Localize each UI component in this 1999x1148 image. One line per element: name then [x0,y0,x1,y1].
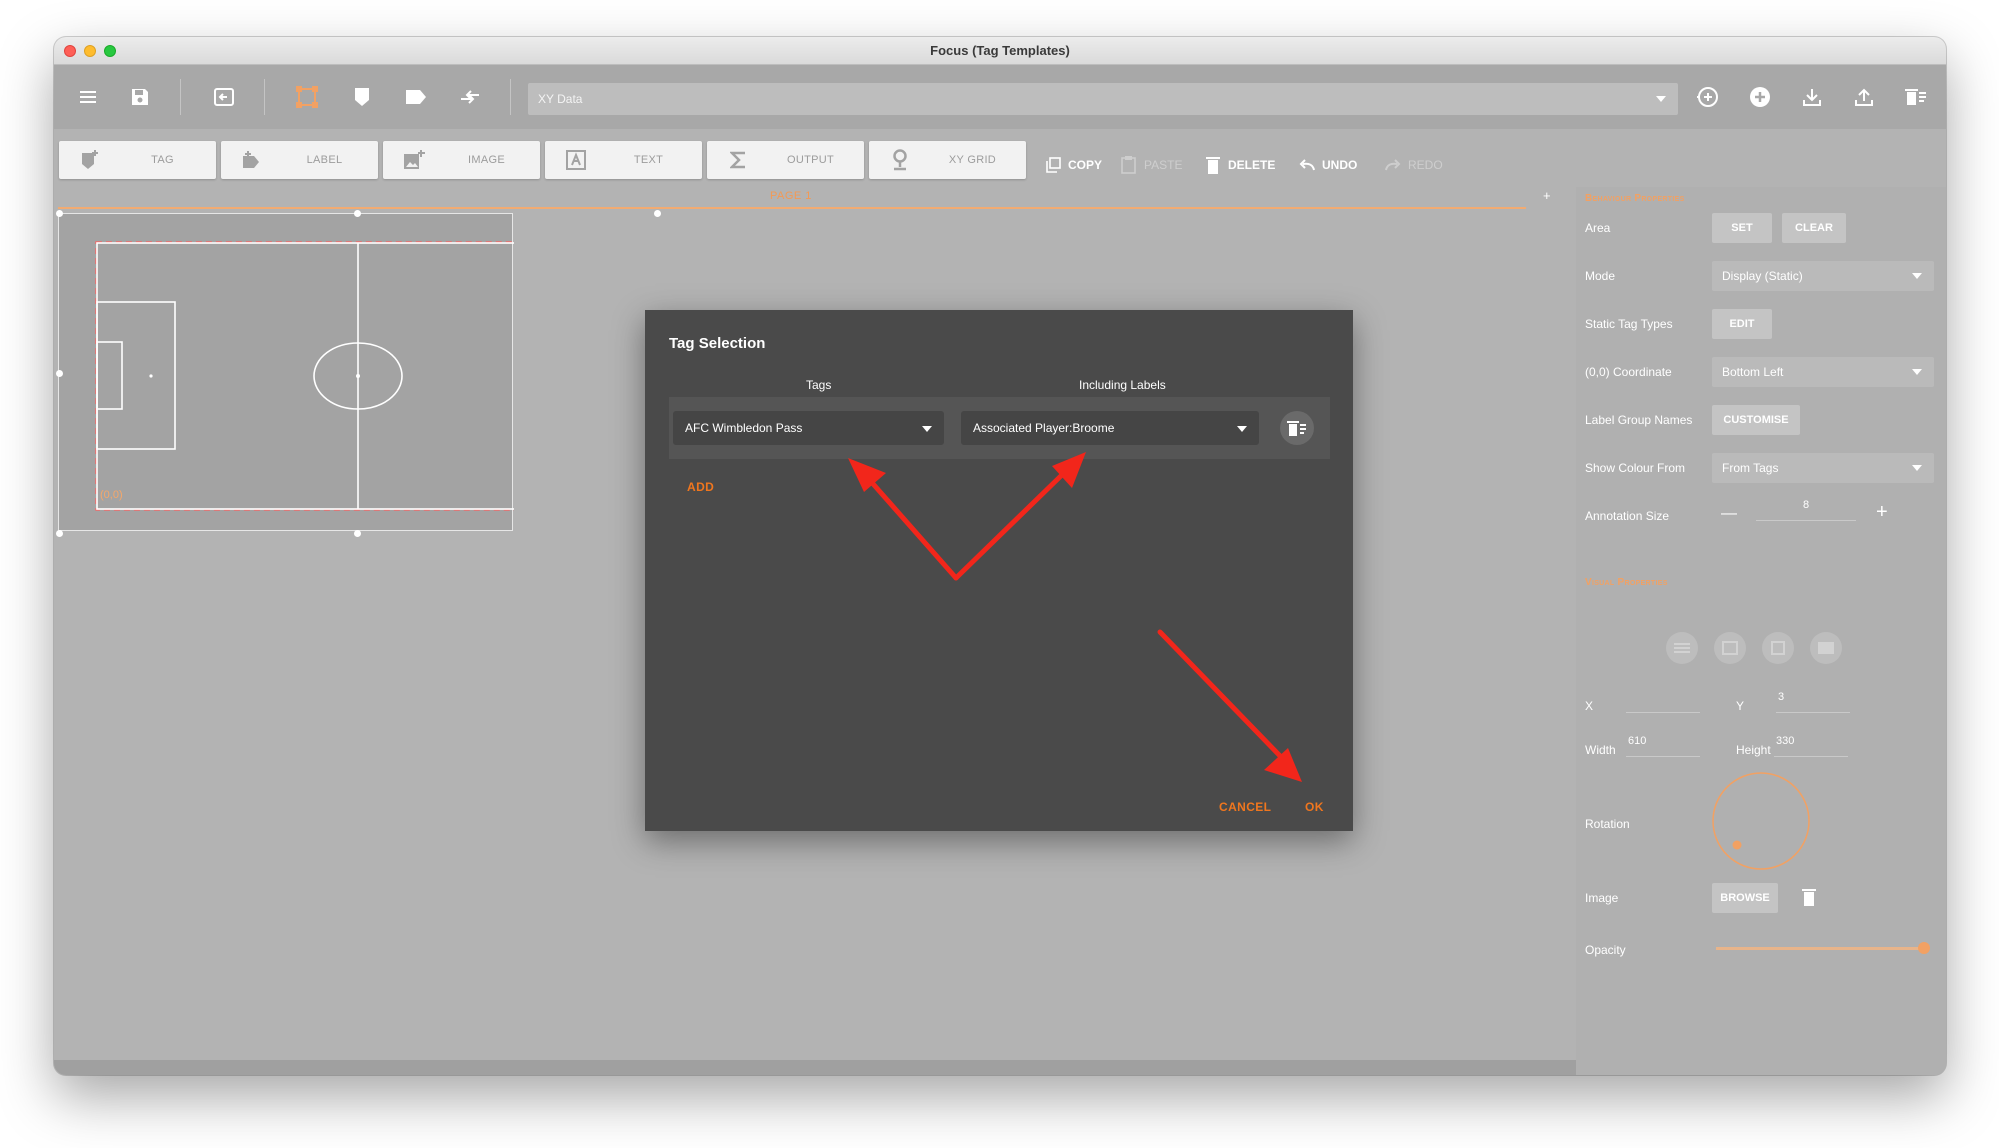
annotation-arrows [848,452,1302,782]
annotation-arrow-to-labels [953,467,1070,581]
annotation-arrow-to-tags [864,474,959,581]
annotation-arrow-to-ok [1157,629,1287,763]
